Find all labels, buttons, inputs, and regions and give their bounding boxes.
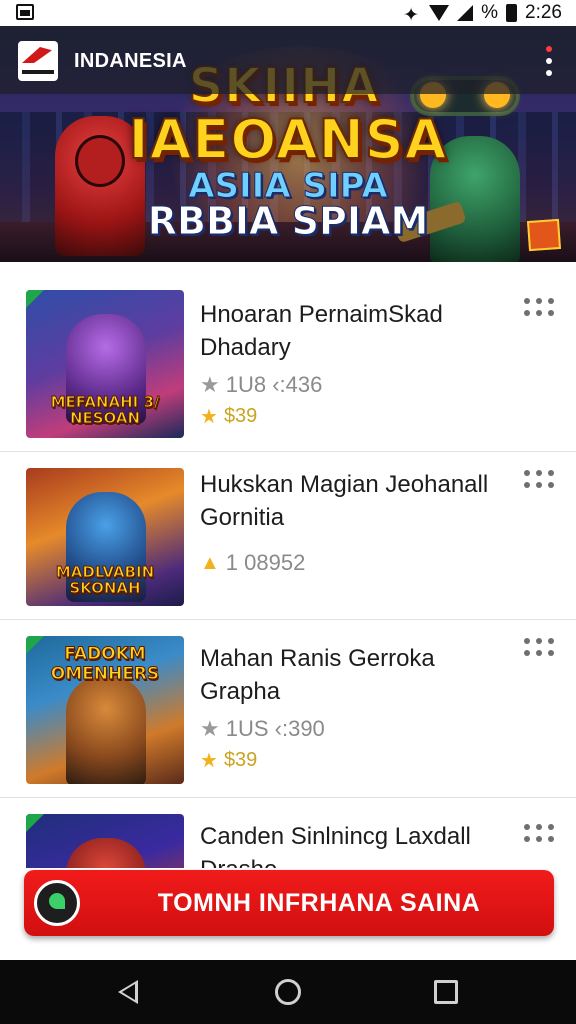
item-rating: ★ 1U8 ‹:436 (200, 372, 322, 398)
more-vert-icon[interactable] (542, 46, 556, 76)
item-menu-icon[interactable] (524, 824, 554, 848)
price-text: $39 (223, 405, 258, 427)
app-title: INDANESIA (74, 50, 187, 72)
status-icons: ✦ % 2:26 (403, 2, 562, 26)
game-thumbnail[interactable]: MEFANAHI 3/ NESOAN (26, 290, 184, 438)
hero-title-line-2: IAEOANSA (128, 107, 448, 172)
app-bar: INDANESIA (0, 26, 576, 94)
item-rating: ▲ 1 08952 (200, 550, 305, 576)
item-menu-icon[interactable] (524, 298, 554, 322)
new-tag-icon (26, 814, 44, 832)
item-title[interactable]: Hukskan Magian Jeohanall Gornitia (200, 468, 500, 534)
rating-text: 1 08952 (225, 550, 306, 575)
status-bar: ✦ % 2:26 (0, 0, 576, 26)
thumbnail-title: MEFANAHI 3/ NESOAN (50, 393, 160, 427)
item-rating: ★ 1US ‹:390 (200, 716, 325, 742)
star-icon: ★ (200, 406, 218, 428)
rating-text: 1U8 ‹:436 (225, 372, 323, 397)
list-item[interactable]: MADLVABIN SKONAH Hukskan Magian Jeohanal… (0, 452, 576, 620)
notification-icon (16, 4, 34, 20)
chat-icon (34, 880, 80, 926)
item-menu-icon[interactable] (524, 638, 554, 662)
thumbnail-character (66, 676, 146, 784)
thumbnail-title: MADLVABIN SKONAH (55, 563, 155, 597)
back-icon[interactable] (118, 980, 138, 1004)
cta-label: TOMNH INFRHANA SAINA (157, 889, 481, 917)
list-item[interactable]: Canden Sinlnincg Laxdall Drashe (0, 798, 576, 868)
battery-icon (506, 4, 518, 22)
item-title[interactable]: Canden Sinlnincg Laxdall Drashe (200, 820, 500, 868)
item-title[interactable]: Hnoaran PernaimSkad Dhadary (200, 298, 500, 364)
thumbnail-title: FADOKM OMENHERS (50, 644, 160, 685)
item-menu-icon[interactable] (524, 470, 554, 494)
status-time: 2:26 (525, 2, 562, 23)
item-price: ★ $39 (200, 404, 257, 429)
signal-icon (457, 5, 474, 21)
list-item[interactable]: FADOKM OMENHERS Mahan Ranis Gerroka Grap… (0, 620, 576, 798)
item-price: ★ $39 (200, 748, 257, 773)
game-thumbnail[interactable] (26, 814, 184, 868)
brand-logo-icon[interactable] (18, 41, 58, 81)
vibrate-icon: ✦ (403, 5, 420, 26)
list-item[interactable]: MEFANAHI 3/ NESOAN Hnoaran PernaimSkad D… (0, 262, 576, 452)
new-tag-icon (26, 290, 44, 308)
rating-text: 1US ‹:390 (225, 716, 325, 741)
system-nav-bar (0, 960, 576, 1024)
thumbnail-character (66, 838, 146, 868)
home-icon[interactable] (275, 979, 301, 1005)
game-thumbnail[interactable]: FADOKM OMENHERS (26, 636, 184, 784)
star-icon: ★ (200, 716, 220, 741)
wifi-icon (429, 5, 450, 21)
star-icon: ★ (200, 750, 218, 772)
recent-apps-icon[interactable] (434, 980, 458, 1004)
star-icon: ★ (200, 372, 220, 397)
hero-subtitle-line-2: RBBIA SPIAM (147, 199, 429, 244)
item-title[interactable]: Mahan Ranis Gerroka Grapha (200, 642, 500, 708)
battery-percent: % (481, 2, 499, 23)
price-text: $39 (223, 749, 258, 771)
game-thumbnail[interactable]: MADLVABIN SKONAH (26, 468, 184, 606)
tag-icon: ▲ (200, 551, 220, 574)
game-list: MEFANAHI 3/ NESOAN Hnoaran PernaimSkad D… (0, 262, 576, 868)
cta-button[interactable]: TOMNH INFRHANA SAINA (24, 870, 554, 936)
